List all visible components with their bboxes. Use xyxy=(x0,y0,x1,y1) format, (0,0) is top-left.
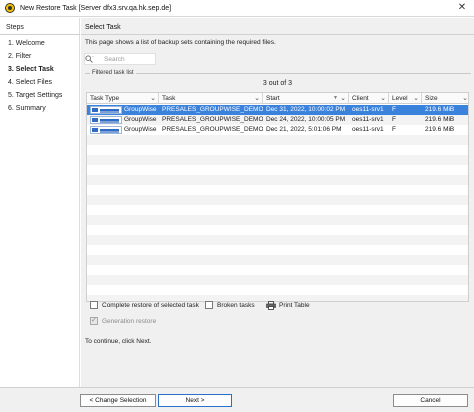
empty-row xyxy=(87,285,468,295)
main-panel: Select Task This page shows a list of ba… xyxy=(81,18,474,387)
generation-restore-label: Generation restore xyxy=(102,317,157,325)
table-header: Task Type ⌄ Task ⌄ Start ▼ ⌄ Client ⌄ Level ⌄ … xyxy=(87,93,468,104)
cell-size: 219.6 MiB xyxy=(425,106,455,113)
window-titlebar: New Restore Task [Server dfx3.srv.qa.hk.… xyxy=(0,0,474,17)
chevron-down-icon: ⌄ xyxy=(254,95,260,102)
generation-restore-checkbox xyxy=(90,316,98,325)
chevron-down-icon: ⌄ xyxy=(462,95,468,102)
window-close-button[interactable]: ✕ xyxy=(454,1,470,15)
complete-restore-option[interactable]: Complete restore of selected task xyxy=(90,301,199,309)
generation-restore-option: Generation restore xyxy=(90,316,157,325)
broken-tasks-option[interactable]: Broken tasks xyxy=(205,301,255,309)
printer-icon xyxy=(266,301,276,310)
cell-start: Dec 21, 2022, 5:01:06 PM xyxy=(266,126,342,133)
cancel-button[interactable]: Cancel xyxy=(393,394,468,407)
search-icon xyxy=(85,54,94,64)
cell-task-type: GroupWise xyxy=(87,105,159,115)
empty-row xyxy=(87,185,468,195)
search-box[interactable] xyxy=(84,53,156,65)
column-header-task-type[interactable]: Task Type ⌄ xyxy=(87,93,159,104)
empty-row xyxy=(87,265,468,275)
cell-level: F xyxy=(392,126,396,133)
cell-task-type-label: GroupWise xyxy=(124,106,157,113)
next-button[interactable]: Next > xyxy=(158,394,232,407)
column-header-task[interactable]: Task ⌄ xyxy=(159,93,263,104)
result-count: 3 out of 3 xyxy=(262,80,293,87)
cell-task-type: GroupWise xyxy=(87,125,159,135)
groupwise-icon xyxy=(90,116,122,124)
empty-row xyxy=(87,215,468,225)
page-title: Select Task xyxy=(85,24,121,31)
table-row[interactable]: GroupWise PRESALES_GROUPWISE_DEMO Dec 31, … xyxy=(87,105,468,115)
step-summary[interactable]: 6. Summary xyxy=(8,105,46,112)
step-select-files[interactable]: 4. Select Files xyxy=(8,79,52,86)
chevron-down-icon: ⌄ xyxy=(340,95,346,102)
sesam-logo-icon xyxy=(5,3,15,13)
cell-size: 219.6 MiB xyxy=(425,126,455,133)
empty-row xyxy=(87,135,468,145)
cell-task-type-label: GroupWise xyxy=(124,126,157,133)
step-welcome[interactable]: 1. Welcome xyxy=(8,40,45,47)
steps-sidebar: Steps 1. Welcome 2. Filter 3. Select Tas… xyxy=(0,18,80,387)
filtered-task-list-label: Filtered task list xyxy=(90,70,136,76)
cell-start: Dec 24, 2022, 10:00:05 PM xyxy=(266,116,346,123)
cell-client: oes11-srv1 xyxy=(352,116,384,123)
empty-row xyxy=(87,195,468,205)
cell-task: PRESALES_GROUPWISE_DEMO xyxy=(162,116,263,123)
cell-task: PRESALES_GROUPWISE_DEMO xyxy=(162,126,263,133)
cell-start: Dec 31, 2022, 10:00:02 PM xyxy=(266,106,346,113)
cell-task-type-label: GroupWise xyxy=(124,116,157,123)
wizard-footer: < Change Selection Next > Cancel xyxy=(0,387,474,412)
step-filter[interactable]: 2. Filter xyxy=(8,53,31,60)
empty-row xyxy=(87,255,468,265)
step-select-task[interactable]: 3. Select Task xyxy=(8,66,54,73)
cell-size: 219.6 MiB xyxy=(425,116,455,123)
change-selection-button[interactable]: < Change Selection xyxy=(80,394,156,407)
empty-row xyxy=(87,235,468,245)
empty-row xyxy=(87,165,468,175)
sort-descending-icon: ▼ xyxy=(333,95,338,101)
complete-restore-checkbox[interactable] xyxy=(90,301,98,309)
groupwise-icon xyxy=(90,126,122,134)
search-input[interactable] xyxy=(104,55,156,63)
broken-tasks-checkbox[interactable] xyxy=(205,301,213,309)
task-table[interactable]: Task Type ⌄ Task ⌄ Start ▼ ⌄ Client ⌄ Level ⌄ … xyxy=(86,92,469,302)
page-description: This page shows a list of backup sets co… xyxy=(85,39,276,46)
steps-heading: Steps xyxy=(6,24,24,31)
print-table-button[interactable]: Print Table xyxy=(266,301,310,310)
title-divider xyxy=(81,34,474,35)
empty-row xyxy=(87,175,468,185)
window-title: New Restore Task [Server dfx3.srv.qa.hk.… xyxy=(20,4,172,12)
column-header-client[interactable]: Client ⌄ xyxy=(349,93,389,104)
empty-row xyxy=(87,145,468,155)
complete-restore-label: Complete restore of selected task xyxy=(102,301,199,309)
empty-row xyxy=(87,205,468,215)
table-row[interactable]: GroupWise PRESALES_GROUPWISE_DEMO Dec 24, … xyxy=(87,115,468,125)
empty-row xyxy=(87,155,468,165)
empty-row xyxy=(87,275,468,285)
steps-divider xyxy=(0,34,80,35)
groupwise-icon xyxy=(90,106,122,114)
empty-row xyxy=(87,225,468,235)
cell-client: oes11-srv1 xyxy=(352,106,384,113)
cell-level: F xyxy=(392,106,396,113)
empty-row xyxy=(87,245,468,255)
chevron-down-icon: ⌄ xyxy=(413,95,419,102)
cell-task-type: GroupWise xyxy=(87,115,159,125)
print-table-label: Print Table xyxy=(279,302,310,309)
chevron-down-icon: ⌄ xyxy=(380,95,386,102)
column-header-start[interactable]: Start ▼ ⌄ xyxy=(263,93,349,104)
fieldset-divider xyxy=(85,73,471,74)
chevron-down-icon: ⌄ xyxy=(150,95,156,102)
cell-task: PRESALES_GROUPWISE_DEMO xyxy=(162,106,263,113)
column-header-size[interactable]: Size ⌄ xyxy=(422,93,468,104)
cell-client: oes11-srv1 xyxy=(352,126,384,133)
cell-level: F xyxy=(392,116,396,123)
step-target-settings[interactable]: 5. Target Settings xyxy=(8,92,62,99)
continue-hint: To continue, click Next. xyxy=(85,338,152,345)
column-header-level[interactable]: Level ⌄ xyxy=(389,93,422,104)
table-row[interactable]: GroupWise PRESALES_GROUPWISE_DEMO Dec 21, … xyxy=(87,125,468,135)
broken-tasks-label: Broken tasks xyxy=(217,301,255,309)
